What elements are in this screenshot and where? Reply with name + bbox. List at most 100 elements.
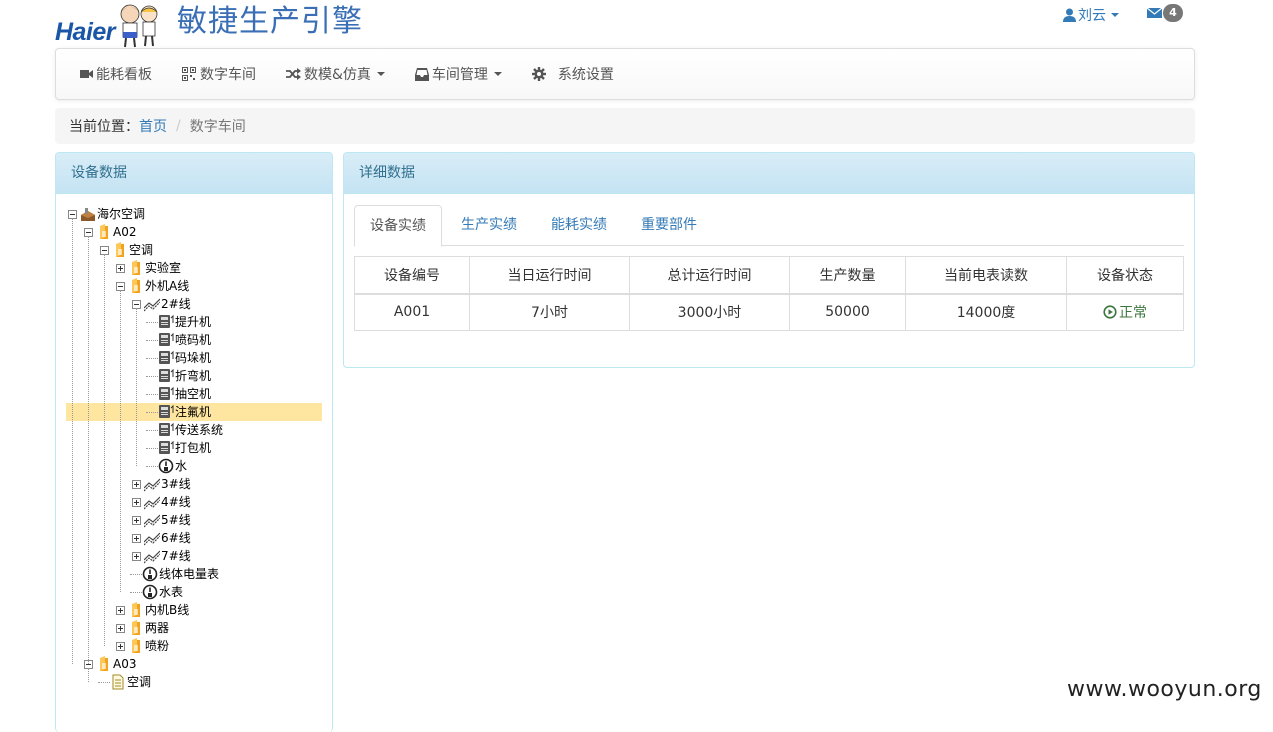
cell-device-id: A001 — [354, 293, 470, 331]
expand-icon[interactable] — [116, 605, 125, 615]
tree-connector — [130, 573, 142, 575]
tree-guide-line — [136, 308, 137, 466]
line-chart-icon — [144, 548, 161, 564]
tree-node-label: 码垛机 — [175, 351, 212, 365]
breadcrumb-current: 数字车间 — [189, 119, 246, 135]
line-chart-icon — [144, 512, 161, 528]
tree-connector — [130, 591, 142, 593]
tree-node-label: 喷码机 — [175, 333, 212, 347]
breadcrumb-home-link[interactable]: 首页 — [139, 116, 167, 136]
device-table: 设备编号 当日运行时间 总计运行时间 生产数量 当前电表读数 设备状态 A001… — [354, 256, 1184, 331]
tab-production-performance[interactable]: 生产实绩 — [446, 205, 532, 246]
tree-connector — [146, 465, 158, 467]
tree-node-label: 空调 — [129, 243, 154, 257]
cell-total-runtime: 3000小时 — [629, 293, 790, 331]
machine-icon — [158, 422, 175, 438]
user-icon — [1063, 8, 1076, 22]
user-menu[interactable]: 刘云 — [1063, 5, 1119, 25]
nav-digital-workshop[interactable]: 数字车间 — [182, 64, 256, 84]
expand-icon[interactable] — [132, 497, 141, 507]
cell-meter-reading: 14000度 — [905, 293, 1067, 331]
mascot-icon — [120, 4, 158, 48]
nav-modeling-simulation[interactable]: 数模&仿真 — [286, 64, 385, 84]
tree-node-label: 打包机 — [175, 441, 212, 455]
expand-icon[interactable] — [132, 551, 141, 561]
envelope-icon — [1147, 7, 1162, 18]
user-name: 刘云 — [1078, 8, 1106, 24]
tree-guide-line — [120, 290, 121, 592]
tree-node-label: 5#线 — [161, 513, 191, 527]
column-header: 当前电表读数 — [905, 256, 1067, 295]
haier-logo[interactable]: Haier — [55, 2, 163, 48]
folder-icon — [96, 656, 113, 672]
tree-node-label: 折弯机 — [175, 369, 212, 383]
tree-node[interactable]: 海尔空调 — [66, 205, 322, 223]
tree-node-label: 两器 — [145, 621, 170, 635]
folder-icon — [128, 278, 145, 294]
column-header: 设备状态 — [1066, 256, 1184, 295]
tab-key-components[interactable]: 重要部件 — [626, 205, 712, 246]
table-row: A001 7小时 3000小时 50000 14000度 正常 — [354, 293, 1184, 331]
mail-count-badge: 4 — [1163, 4, 1183, 22]
line-chart-icon — [144, 296, 161, 312]
expand-icon[interactable] — [116, 623, 125, 633]
expand-icon[interactable] — [132, 479, 141, 489]
expand-icon[interactable] — [116, 641, 125, 651]
detail-data-panel: 详细数据 设备实绩 生产实绩 能耗实绩 重要部件 设备编号 当日运行时间 总计运… — [343, 152, 1195, 368]
tree-guide-line — [88, 236, 89, 664]
tree-node-label: 3#线 — [161, 477, 191, 491]
tree-guide-line — [72, 218, 73, 664]
machine-icon — [158, 440, 175, 456]
watermark: www.wooyun.org — [1067, 677, 1262, 702]
status-badge: 正常 — [1103, 302, 1147, 322]
qrcode-icon — [182, 67, 196, 81]
chevron-down-icon — [1111, 13, 1119, 17]
nav-energy-board[interactable]: 能耗看板 — [80, 64, 152, 84]
tree-node-label: 4#线 — [161, 495, 191, 509]
machine-icon — [158, 350, 175, 366]
column-header: 总计运行时间 — [629, 256, 790, 295]
tab-device-performance[interactable]: 设备实绩 — [354, 205, 442, 247]
line-chart-icon — [144, 494, 161, 510]
panel-title: 详细数据 — [344, 153, 1194, 194]
expand-icon[interactable] — [132, 533, 141, 543]
tree-connector — [98, 681, 110, 683]
tree-node-label: 水表 — [159, 585, 184, 599]
device-tree: 海尔空调 A02 空调 实验室 外机A线 2#线 提升机 喷码机 码垛机 折弯机 抽空机 注氟机 传送系… — [66, 205, 322, 691]
tree-node-label: 注氟机 — [175, 405, 212, 419]
tree-node[interactable]: A03 — [66, 655, 322, 673]
meter-icon — [142, 566, 159, 582]
tree-connector — [146, 357, 158, 359]
expand-icon[interactable] — [116, 263, 125, 273]
tree-connector — [146, 339, 158, 341]
chevron-down-icon — [376, 72, 385, 76]
video-icon — [80, 70, 93, 78]
column-header: 当日运行时间 — [469, 256, 630, 295]
tree-node-label: 抽空机 — [175, 387, 212, 401]
expand-icon[interactable] — [132, 515, 141, 525]
tree-guide-line — [88, 668, 89, 682]
tree-guide-line — [104, 254, 105, 646]
tree-node-label: 内机B线 — [145, 603, 190, 617]
folder-icon — [96, 224, 113, 240]
mail-button[interactable]: 4 — [1147, 4, 1183, 22]
detail-tabs: 设备实绩 生产实绩 能耗实绩 重要部件 — [354, 205, 1184, 247]
tree-node-label: 提升机 — [175, 315, 212, 329]
machine-icon — [158, 332, 175, 348]
breadcrumb-separator: / — [176, 118, 181, 134]
tab-energy-performance[interactable]: 能耗实绩 — [536, 205, 622, 246]
status-text: 正常 — [1119, 304, 1147, 321]
nav-workshop-management[interactable]: 车间管理 — [414, 64, 502, 84]
nav-label: 车间管理 — [431, 67, 488, 83]
tree-node[interactable]: 空调 — [66, 673, 322, 691]
tree-node-label: 2#线 — [161, 297, 191, 311]
nav-label: 数字车间 — [200, 67, 256, 83]
line-chart-icon — [144, 476, 161, 492]
nav-label: 数模&仿真 — [304, 67, 371, 83]
header: Haier 敏捷生产引擎 刘云 4 — [55, 0, 1195, 48]
device-data-panel: 设备数据 海尔空调 A02 空调 实验室 外机A线 2#线 提升机 喷码机 码垛机 折弯机 抽空机注… — [55, 152, 333, 732]
tree-node[interactable]: A02 — [66, 223, 322, 241]
meter-icon — [158, 458, 175, 474]
nav-label: 系统设置 — [557, 67, 614, 83]
nav-system-settings[interactable]: 系统设置 — [531, 64, 614, 84]
